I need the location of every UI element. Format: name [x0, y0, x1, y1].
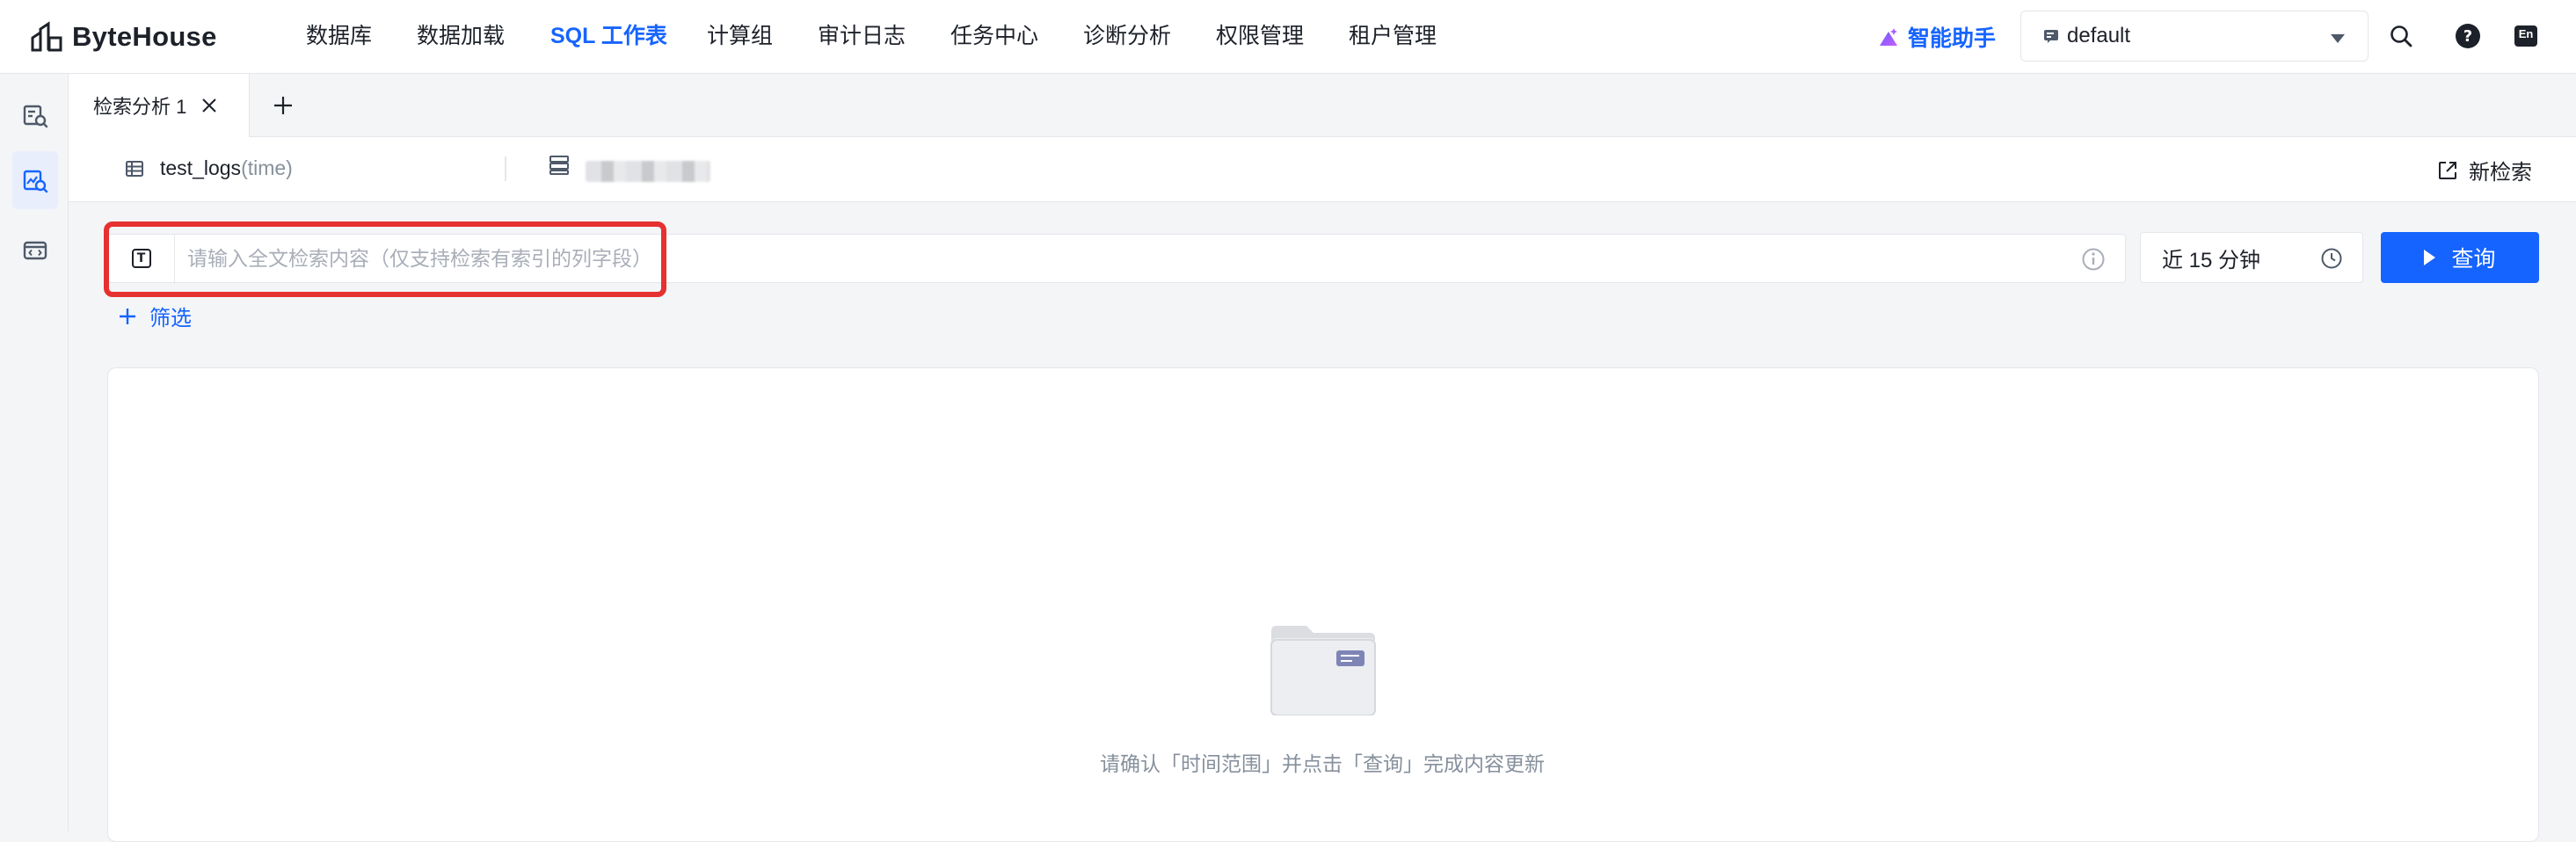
smart-assistant-button[interactable]: 智能助手	[1878, 21, 1996, 53]
database-select-value: default	[2067, 24, 2131, 47]
query-button[interactable]: 查询	[2381, 232, 2539, 283]
info-icon[interactable]	[2081, 247, 2106, 272]
new-search-button[interactable]: 新检索	[2437, 155, 2532, 185]
play-icon	[2424, 250, 2436, 265]
clock-icon	[2321, 248, 2342, 269]
nav-item-task-center[interactable]: 任务中心	[950, 21, 1038, 51]
time-range-value: 近 15 分钟	[2162, 248, 2261, 272]
bytehouse-logo[interactable]: ByteHouse	[30, 18, 217, 56]
tab-label: 检索分析 1	[93, 96, 187, 118]
nav-item-tenant-management[interactable]: 租户管理	[1349, 21, 1437, 51]
time-range-picker[interactable]: 近 15 分钟	[2140, 232, 2363, 283]
database-select[interactable]: default	[2020, 11, 2369, 62]
worksheet-tabs: 检索分析 1	[69, 74, 2576, 137]
svg-text:?: ?	[2463, 27, 2472, 46]
full-text-search-input[interactable]	[187, 242, 1998, 275]
add-tab-icon[interactable]	[267, 90, 299, 121]
nav-item-compute-groups[interactable]: 计算组	[707, 21, 773, 51]
nav-item-sql-worksheet[interactable]: SQL 工作表	[550, 21, 667, 51]
text-type-icon: T	[131, 249, 151, 268]
query-button-label: 查询	[2451, 247, 2496, 272]
nav-item-audit-log[interactable]: 审计日志	[818, 21, 906, 51]
add-filter-button[interactable]: 筛选	[118, 301, 192, 331]
empty-state-message: 请确认「时间范围」并点击「查询」完成内容更新	[1100, 752, 1545, 775]
chevron-down-icon	[2331, 34, 2345, 43]
tab-search-analysis-1[interactable]: 检索分析 1	[69, 74, 250, 137]
table-icon	[126, 160, 143, 177]
nav-item-data-loading[interactable]: 数据加载	[417, 21, 505, 51]
language-label: En	[2518, 27, 2534, 40]
filter-label: 筛选	[149, 307, 192, 330]
nav-item-databases[interactable]: 数据库	[306, 21, 372, 51]
log-search-icon	[23, 170, 48, 193]
empty-folder-icon	[1270, 626, 1376, 715]
search-content-area: T 近 15 分钟 查询 筛选 请确认「时间范	[69, 202, 2576, 842]
rail-log-search-button[interactable]	[12, 151, 58, 209]
language-switch-icon[interactable]: En	[2511, 21, 2541, 51]
time-field: (time)	[241, 156, 293, 179]
rail-code-button[interactable]	[12, 221, 58, 279]
table-name: test_logs	[160, 156, 242, 179]
sql-query-icon	[23, 105, 48, 128]
database-icon	[2044, 30, 2058, 43]
divider	[505, 156, 506, 181]
external-link-icon	[2439, 161, 2456, 179]
redacted-cluster-name	[586, 161, 710, 182]
help-icon[interactable]: ?	[2453, 21, 2483, 51]
logo-text: ByteHouse	[72, 21, 217, 52]
code-window-icon	[23, 241, 47, 260]
sparkle-icon	[1880, 28, 1897, 46]
server-icon[interactable]	[549, 155, 570, 176]
rail-sql-query-button[interactable]	[12, 86, 58, 144]
nav-item-permissions[interactable]: 权限管理	[1216, 21, 1304, 51]
search-type-toggle[interactable]: T	[108, 235, 175, 282]
plus-icon	[120, 308, 135, 324]
search-icon[interactable]	[2386, 21, 2416, 51]
left-rail	[0, 74, 69, 831]
new-search-label: 新检索	[2469, 161, 2532, 185]
top-navigation-bar: ByteHouse 数据库 数据加载 SQL 工作表 计算组 审计日志 任务中心…	[0, 0, 2576, 74]
nav-item-diagnostics[interactable]: 诊断分析	[1083, 21, 1171, 51]
close-icon[interactable]	[199, 95, 220, 116]
bytehouse-logo-icon	[31, 21, 62, 52]
table-selector[interactable]: test_logs (time)	[125, 156, 293, 180]
smart-assistant-label: 智能助手	[1908, 26, 1997, 51]
full-text-search-box: T	[107, 234, 2126, 283]
source-bar: test_logs (time) 新检索	[69, 137, 2576, 202]
